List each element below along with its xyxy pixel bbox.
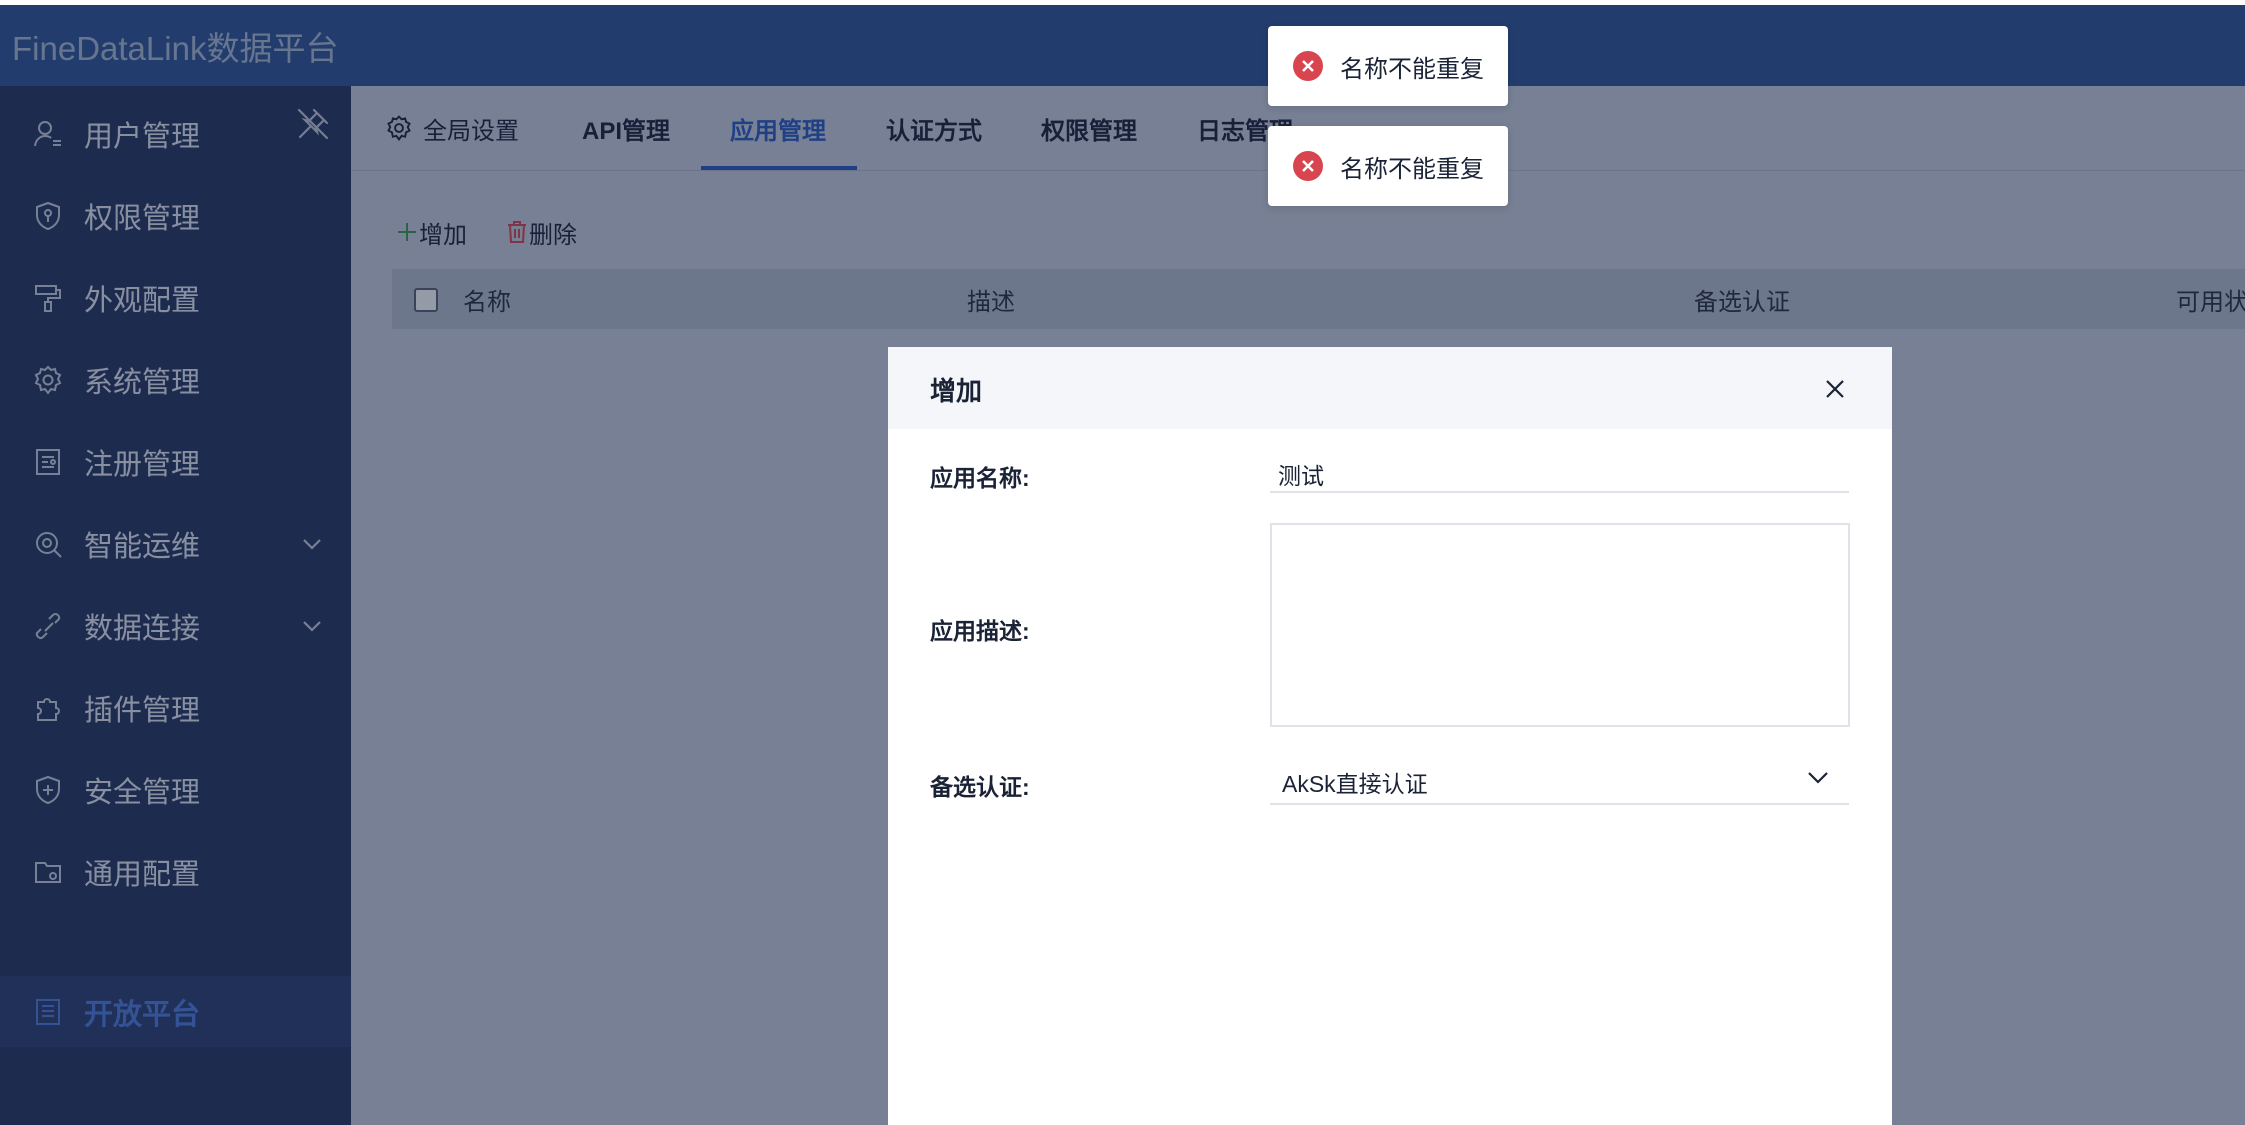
app-desc-textarea[interactable] [1270,523,1850,727]
error-icon [1293,51,1323,81]
dialog-header: 增加 [888,347,1892,429]
toast-message: 名称不能重复 [1340,55,1484,83]
auth-label: 备选认证: [930,774,1030,800]
app-desc-label: 应用描述: [930,618,1030,644]
add-app-dialog: 增加 应用名称: 测试 应用描述: 备选认证: AkSk直接认证 [888,347,1892,1125]
app-name-input[interactable]: 测试 [1270,449,1849,493]
error-toast: 名称不能重复 [1268,126,1508,206]
error-icon [1293,151,1323,181]
error-toast: 名称不能重复 [1268,26,1508,106]
auth-selected-value: AkSk直接认证 [1282,771,1428,797]
close-icon[interactable] [1821,375,1849,403]
auth-select[interactable]: AkSk直接认证 [1270,749,1849,805]
dialog-title: 增加 [930,376,983,406]
toast-message: 名称不能重复 [1340,155,1484,183]
app-name-value: 测试 [1278,463,1324,489]
chevron-down-icon [1808,772,1828,784]
app-name-label: 应用名称: [930,465,1030,491]
